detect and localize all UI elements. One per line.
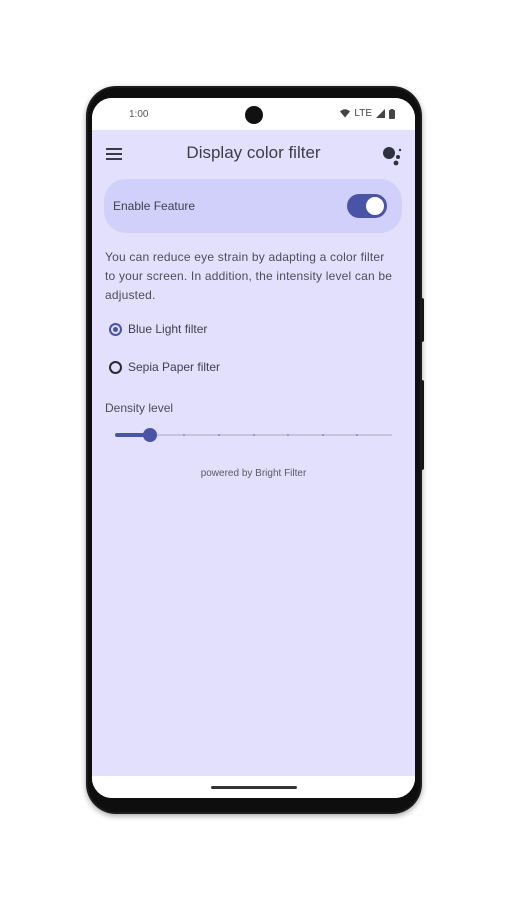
navigation-bar: [92, 776, 415, 798]
sepia-paper-filter-option[interactable]: Sepia Paper filter: [109, 360, 220, 374]
slider-tick: [321, 434, 324, 436]
status-icons: LTE: [340, 108, 395, 119]
sepia-paper-filter-label: Sepia Paper filter: [128, 360, 221, 374]
page-title: Display color filter: [186, 143, 321, 162]
blue-light-filter-label: Blue Light filter: [128, 322, 208, 336]
app-content: Display color filter Enable Feature You …: [92, 130, 415, 776]
enable-feature-toggle[interactable]: [347, 194, 387, 218]
sepia-paper-filter-radio[interactable]: [109, 360, 122, 374]
status-bar: 1:00 LTE: [92, 98, 415, 130]
slider-thumb[interactable]: [142, 428, 157, 442]
status-time: 1:00: [129, 109, 149, 120]
phone-screen: 1:00 LTE Display color filter Enable Fea…: [92, 98, 415, 798]
toggle-knob: [366, 197, 384, 215]
front-camera: [245, 106, 263, 124]
density-slider[interactable]: [115, 428, 392, 442]
battery-icon: [389, 108, 395, 119]
home-gesture-handle[interactable]: [211, 786, 297, 789]
enable-feature-card[interactable]: Enable Feature: [104, 179, 402, 233]
signal-icon: [376, 109, 385, 118]
density-level-label: Density level: [105, 401, 174, 415]
assistant-icon[interactable]: [381, 144, 403, 166]
network-type: LTE: [354, 108, 372, 119]
wifi-icon: [340, 109, 351, 118]
description-text: You can reduce eye strain by adapting a …: [105, 250, 393, 302]
powered-by-text: powered by Bright Filter: [200, 468, 307, 479]
app-toolbar: Display color filter: [92, 130, 415, 178]
enable-feature-label: Enable Feature: [113, 199, 196, 213]
slider-tick: [252, 434, 255, 436]
blue-light-filter-option[interactable]: Blue Light filter: [109, 322, 207, 336]
slider-tick: [217, 434, 220, 436]
blue-light-filter-radio[interactable]: [109, 322, 122, 336]
